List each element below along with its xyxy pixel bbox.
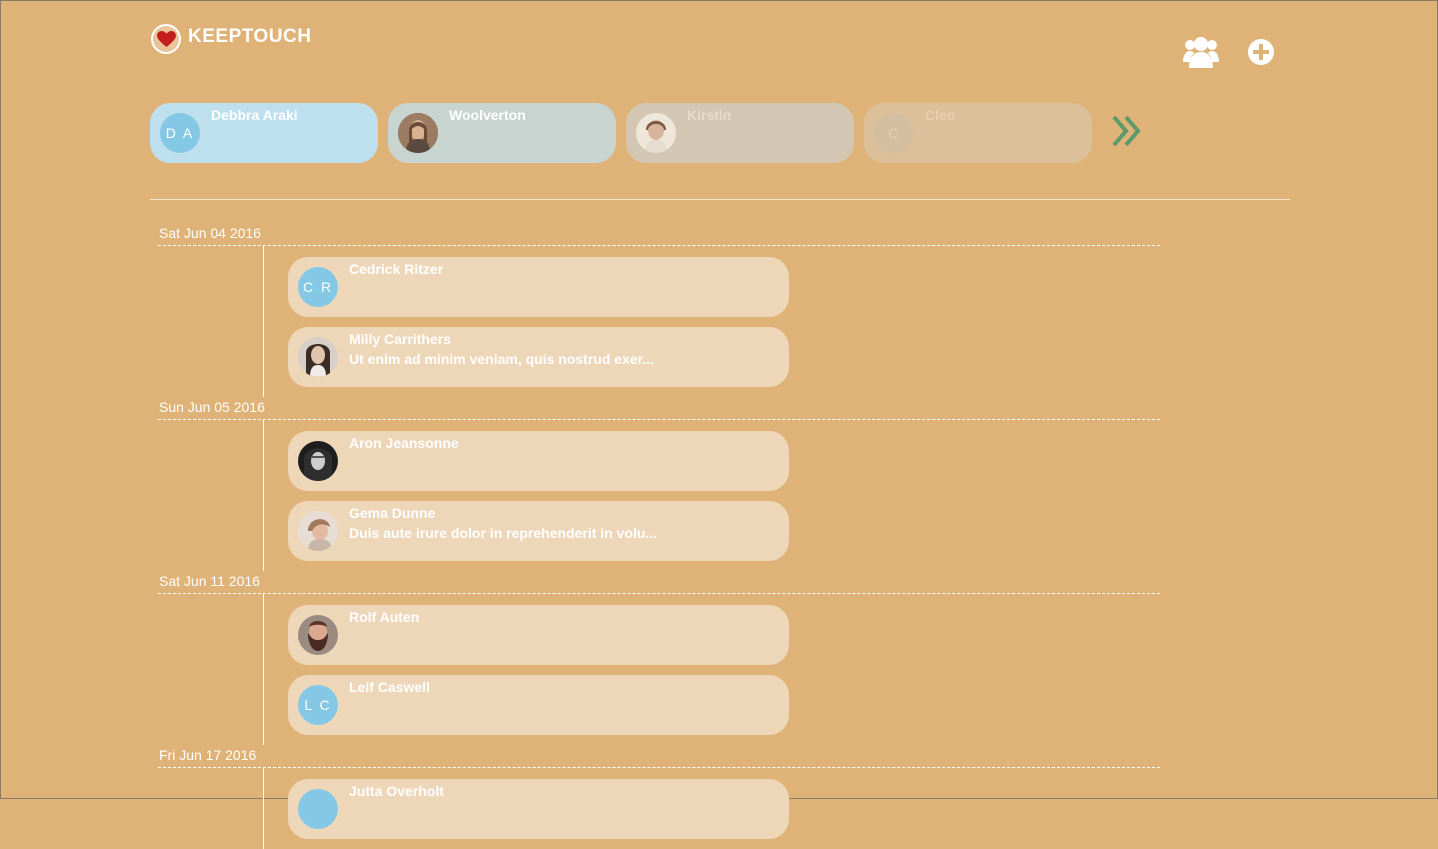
avatar: C	[874, 113, 914, 153]
day-group: Sun Jun 05 2016 Aron Jeansonne Gema Dunn…	[158, 397, 1160, 571]
friend-name: Debbra Araki	[211, 107, 298, 123]
contact-name: Jutta Overholt	[349, 783, 444, 799]
day-group: Fri Jun 17 2016 Jutta Overholt	[158, 745, 1160, 849]
friend-card-cleo[interactable]: C Cleo	[864, 103, 1092, 163]
day-items: C R Cedrick Ritzer Milly Carrithers Ut e…	[158, 246, 1160, 397]
message-card[interactable]: Rolf Auten	[288, 605, 789, 665]
contact-name: Milly Carrithers	[349, 331, 451, 347]
day-group: Sat Jun 11 2016 Rolf Auten L C Leif Casw…	[158, 571, 1160, 745]
day-items: Jutta Overholt	[158, 768, 1160, 849]
friend-card-woolverton[interactable]: Woolverton	[388, 103, 616, 163]
avatar: L C	[298, 685, 338, 725]
avatar	[398, 113, 438, 153]
message-card[interactable]: L C Leif Caswell	[288, 675, 789, 735]
friend-name: Kirstin	[687, 107, 732, 123]
day-date: Sat Jun 04 2016	[158, 223, 1160, 246]
header-divider	[150, 199, 1290, 200]
heart-icon	[151, 24, 181, 54]
avatar	[298, 337, 338, 377]
message-card[interactable]: Jutta Overholt	[288, 779, 789, 839]
add-circle-icon[interactable]	[1247, 38, 1275, 71]
day-group: Sat Jun 04 2016 C R Cedrick Ritzer Milly…	[158, 223, 1160, 397]
day-items: Rolf Auten L C Leif Caswell	[158, 594, 1160, 745]
avatar: D A	[160, 113, 200, 153]
app-title: KEEPTOUCH	[188, 26, 312, 47]
avatar	[298, 615, 338, 655]
message-card[interactable]: C R Cedrick Ritzer	[288, 257, 789, 317]
friends-bar: D A Debbra Araki Woolverton Kirstin C Cl…	[150, 103, 1146, 163]
people-icon[interactable]	[1183, 35, 1219, 74]
app-logo[interactable]: KEEPTOUCH	[151, 24, 311, 54]
friend-name: Woolverton	[449, 107, 526, 123]
day-date: Fri Jun 17 2016	[158, 745, 1160, 768]
message-card[interactable]: Aron Jeansonne	[288, 431, 789, 491]
timeline: Sat Jun 04 2016 C R Cedrick Ritzer Milly…	[158, 223, 1160, 849]
avatar	[298, 511, 338, 551]
message-preview: Duis aute irure dolor in reprehenderit i…	[349, 525, 658, 541]
avatar: C R	[298, 267, 338, 307]
message-card[interactable]: Gema Dunne Duis aute irure dolor in repr…	[288, 501, 789, 561]
contact-name: Leif Caswell	[349, 679, 430, 695]
friend-name: Cleo	[925, 107, 956, 123]
friend-card-kirstin[interactable]: Kirstin	[626, 103, 854, 163]
avatar	[298, 441, 338, 481]
double-chevron-right-icon[interactable]	[1110, 111, 1146, 156]
friend-card-debbra-araki[interactable]: D A Debbra Araki	[150, 103, 378, 163]
avatar	[298, 789, 338, 829]
contact-name: Cedrick Ritzer	[349, 261, 444, 277]
day-date: Sun Jun 05 2016	[158, 397, 1160, 420]
day-date: Sat Jun 11 2016	[158, 571, 1160, 594]
avatar	[636, 113, 676, 153]
message-preview: Ut enim ad minim veniam, quis nostrud ex…	[349, 351, 654, 367]
day-items: Aron Jeansonne Gema Dunne Duis aute irur…	[158, 420, 1160, 571]
contact-name: Rolf Auten	[349, 609, 420, 625]
contact-name: Gema Dunne	[349, 505, 436, 521]
contact-name: Aron Jeansonne	[349, 435, 459, 451]
message-card[interactable]: Milly Carrithers Ut enim ad minim veniam…	[288, 327, 789, 387]
